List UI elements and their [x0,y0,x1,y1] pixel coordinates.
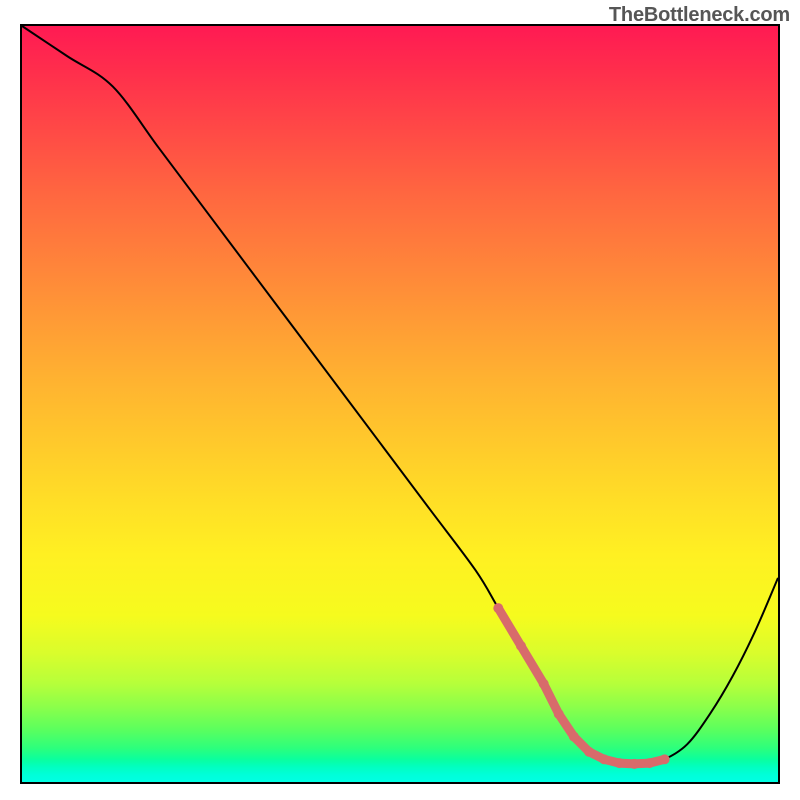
valley-marker-dot [539,679,549,689]
valley-marker-dot [645,758,655,768]
valley-marker-dot [614,758,624,768]
valley-marker-dot [569,732,579,742]
valley-marker-dot [493,603,503,613]
valley-marker-dot [584,747,594,757]
valley-marker-run [498,608,664,764]
valley-marker-dot [554,709,564,719]
valley-marker-dot [516,641,526,651]
valley-marker-dot [599,754,609,764]
valley-marker-dot [629,759,639,769]
chart-svg [22,26,778,782]
bottleneck-curve [22,26,778,764]
chart-plot-area [20,24,780,784]
valley-marker-dot [660,754,670,764]
